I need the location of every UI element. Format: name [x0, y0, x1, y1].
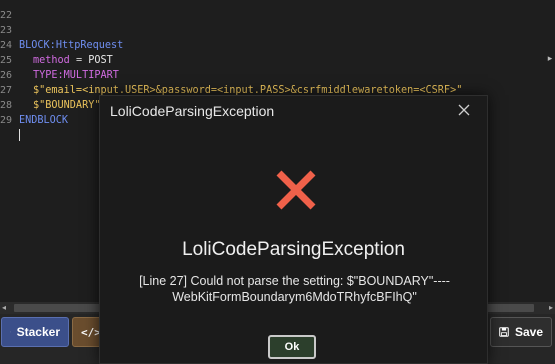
dialog-title: LoliCodeParsingException — [110, 103, 275, 119]
property-name: method — [33, 55, 70, 66]
end-block-keyword: ENDBLOCK — [19, 115, 69, 126]
layers-icon — [10, 331, 11, 333]
type-setting: TYPE:MULTIPART — [33, 70, 119, 81]
code-line[interactable]: 23 BLOCK:HttpRequest — [0, 8, 123, 51]
stacker-button[interactable]: Stacker — [1, 317, 69, 347]
block-name: HttpRequest — [55, 40, 124, 51]
error-message-line-2: WebKitFormBoundarym6MdoTRhyfcBFIhQ" — [172, 290, 417, 304]
scroll-right-icon[interactable]: ▸ — [549, 302, 553, 314]
error-message: [Line 27] Could not parse the setting: $… — [114, 273, 475, 305]
error-x-icon — [276, 170, 316, 210]
code-line[interactable]: 24 method = POST — [0, 23, 113, 66]
code-line[interactable]: 25 TYPE:MULTIPART — [0, 38, 119, 81]
scroll-left-icon[interactable]: ◂ — [2, 302, 6, 314]
code-icon: </> — [81, 325, 101, 339]
code-line[interactable]: 28 ENDBLOCK — [0, 83, 68, 126]
code-line[interactable]: 29 — [0, 98, 25, 141]
save-icon — [499, 327, 509, 337]
save-label: Save — [514, 325, 543, 339]
error-message-line-1: [Line 27] Could not parse the setting: $… — [139, 274, 450, 288]
save-button[interactable]: Save — [490, 317, 552, 347]
code-line[interactable]: 26 $"email=<input.USER>&password=<input.… — [0, 53, 462, 96]
text-cursor — [19, 129, 20, 141]
close-icon[interactable] — [457, 103, 471, 117]
stacker-label: Stacker — [16, 325, 60, 339]
code-line[interactable]: 27 $"BOUNDARY"----WebKitFormBoundarym6Md… — [0, 68, 340, 111]
dialog-heading: LoliCodeParsingException — [182, 239, 405, 260]
scroll-right-arrow-icon[interactable]: ▸ — [545, 52, 555, 66]
code-line[interactable]: 22 — [0, 0, 25, 21]
property-value: POST — [88, 55, 113, 66]
error-dialog: LoliCodeParsingException LoliCodeParsing… — [99, 95, 488, 364]
line-number: 29 — [0, 115, 13, 126]
equals-sign: = — [69, 55, 89, 66]
ok-button[interactable]: Ok — [268, 335, 316, 359]
dialog-header: LoliCodeParsingException — [100, 96, 487, 126]
